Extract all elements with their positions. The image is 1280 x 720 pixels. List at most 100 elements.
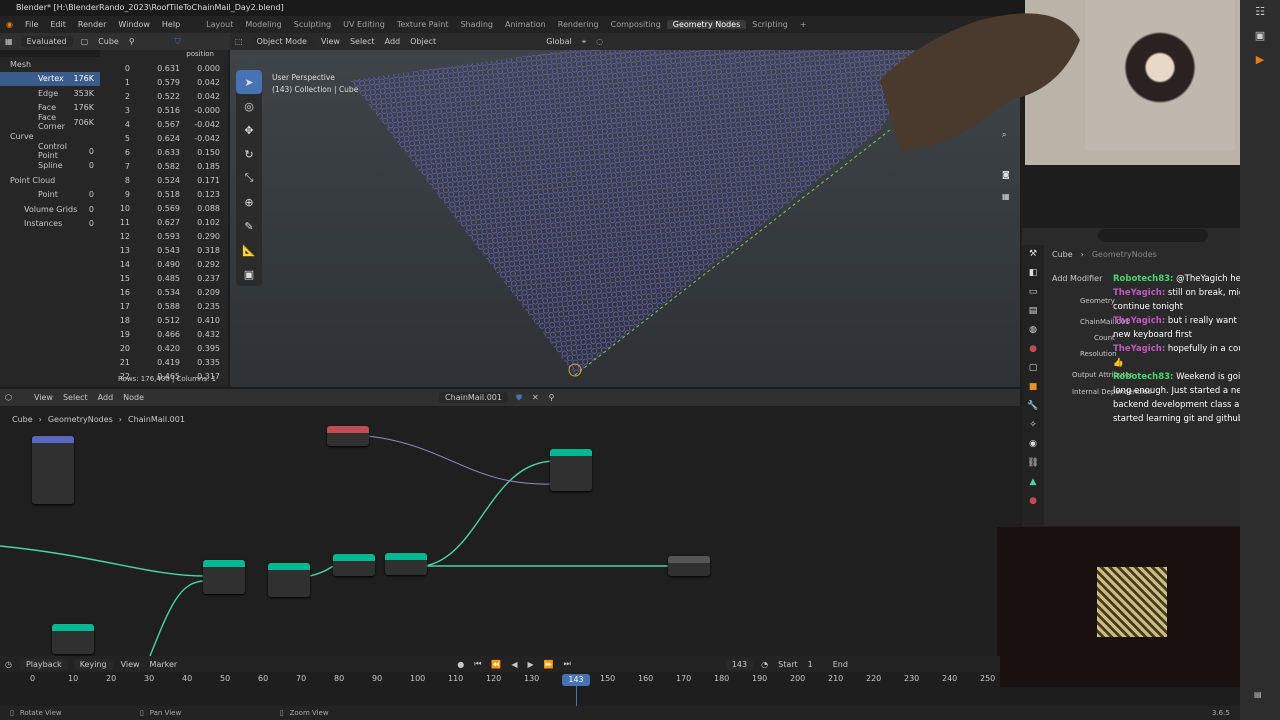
tree-item[interactable]: Vertex 176K bbox=[0, 71, 100, 86]
tree-item[interactable]: Point 0 bbox=[0, 188, 100, 203]
next-key-icon[interactable]: ⏩ bbox=[539, 660, 559, 669]
collection-tab-icon[interactable]: ▢ bbox=[1022, 359, 1044, 378]
prev-key-icon[interactable]: ⏪ bbox=[486, 660, 506, 669]
menu-add[interactable]: Add bbox=[380, 37, 406, 46]
add-workspace-button[interactable]: + bbox=[794, 20, 813, 29]
grid-view-icon[interactable]: ▦ bbox=[1002, 192, 1010, 201]
grid-menu-icon[interactable]: ☷ bbox=[1240, 0, 1280, 24]
keying-menu[interactable]: Keying bbox=[73, 658, 113, 670]
tree-item[interactable]: Spline 0 bbox=[0, 159, 100, 174]
spreadsheet-editor-icon[interactable]: ▦ bbox=[0, 37, 18, 46]
pin-icon[interactable]: ⚲ bbox=[544, 393, 560, 402]
tab-compositing[interactable]: Compositing bbox=[605, 20, 667, 29]
node-set-position[interactable] bbox=[550, 449, 592, 491]
chat-bubble-icon[interactable]: ▤ bbox=[1254, 690, 1262, 699]
tab-geometry-nodes[interactable]: Geometry Nodes bbox=[666, 20, 747, 29]
tree-item[interactable]: Control Point 0 bbox=[0, 142, 100, 160]
node-menu-add[interactable]: Add bbox=[93, 393, 119, 402]
proportional-icon[interactable]: ◌ bbox=[591, 37, 608, 46]
move-tool-icon[interactable]: ✥ bbox=[236, 118, 262, 142]
node-realize-instances[interactable] bbox=[385, 553, 427, 575]
node-menu-node[interactable]: Node bbox=[118, 393, 149, 402]
measure-tool-icon[interactable]: 📐 bbox=[236, 238, 262, 262]
stopwatch-icon[interactable]: ◔ bbox=[756, 660, 773, 669]
tab-rendering[interactable]: Rendering bbox=[552, 20, 605, 29]
tab-layout[interactable]: Layout bbox=[200, 20, 239, 29]
material-tab-icon[interactable]: ● bbox=[1022, 492, 1044, 511]
tab-scripting[interactable]: Scripting bbox=[746, 20, 794, 29]
jump-start-icon[interactable]: ⏮ bbox=[469, 659, 486, 669]
tab-modeling[interactable]: Modeling bbox=[239, 20, 287, 29]
jump-end-icon[interactable]: ⏭ bbox=[559, 659, 576, 669]
constraints-tab-icon[interactable]: ⛓ bbox=[1022, 454, 1044, 473]
playhead[interactable] bbox=[576, 686, 577, 706]
menu-window[interactable]: Window bbox=[112, 20, 156, 29]
media-icon[interactable]: ▶ bbox=[1240, 48, 1280, 72]
playback-menu[interactable]: Playback bbox=[19, 658, 68, 670]
output-tab-icon[interactable]: ▭ bbox=[1022, 283, 1044, 302]
filter-icon[interactable]: ⛉ bbox=[170, 37, 186, 47]
node-menu-view[interactable]: View bbox=[29, 393, 58, 402]
scale-tool-icon[interactable]: ⤡ bbox=[236, 166, 262, 190]
render-tab-icon[interactable]: ◧ bbox=[1022, 264, 1044, 283]
start-frame-field[interactable]: 1 bbox=[803, 660, 818, 669]
node-transform[interactable] bbox=[52, 624, 94, 654]
tab-sculpting[interactable]: Sculpting bbox=[288, 20, 337, 29]
view-layer-tab-icon[interactable]: ▤ bbox=[1022, 302, 1044, 321]
current-frame-indicator[interactable]: 143 bbox=[562, 674, 590, 686]
marker-menu[interactable]: Marker bbox=[145, 660, 183, 669]
tree-item[interactable]: Instances 0 bbox=[0, 217, 100, 232]
menu-edit[interactable]: Edit bbox=[44, 20, 72, 29]
tree-item[interactable]: Edge 353K bbox=[0, 86, 100, 101]
play-reverse-icon[interactable]: ◀ bbox=[506, 660, 522, 669]
fake-user-icon[interactable]: ⛊ bbox=[511, 393, 527, 403]
close-icon[interactable]: ✕ bbox=[527, 393, 544, 402]
orientation-dropdown[interactable]: Global bbox=[541, 37, 577, 46]
tree-item[interactable]: Mesh bbox=[0, 57, 100, 72]
particles-tab-icon[interactable]: ✧ bbox=[1022, 416, 1044, 435]
node-editor-icon[interactable]: ⬡ bbox=[0, 393, 17, 402]
annotate-tool-icon[interactable]: ✎ bbox=[236, 214, 262, 238]
cursor-tool-icon[interactable]: ◎ bbox=[236, 94, 262, 118]
timeline-view-menu[interactable]: View bbox=[116, 660, 145, 669]
menu-object[interactable]: Object bbox=[405, 37, 441, 46]
tree-item[interactable]: Volume Grids 0 bbox=[0, 202, 100, 217]
object-tab-icon[interactable]: ■ bbox=[1022, 378, 1044, 397]
snap-icon[interactable]: ⌖ bbox=[577, 37, 592, 47]
tab-shading[interactable]: Shading bbox=[454, 20, 499, 29]
node-menu-select[interactable]: Select bbox=[58, 393, 93, 402]
rotate-tool-icon[interactable]: ↻ bbox=[236, 142, 262, 166]
tab-animation[interactable]: Animation bbox=[499, 20, 552, 29]
evaluated-dropdown[interactable]: Evaluated bbox=[20, 36, 73, 47]
tab-texture-paint[interactable]: Texture Paint bbox=[391, 20, 455, 29]
camera-icon[interactable]: ◙ bbox=[1002, 170, 1010, 179]
object-mode-dropdown[interactable]: Object Mode bbox=[250, 36, 313, 47]
apps-icon[interactable]: ▣ bbox=[1240, 24, 1280, 48]
modifier-name-field[interactable]: Geometry bbox=[1080, 297, 1115, 305]
menu-view[interactable]: View bbox=[316, 37, 345, 46]
menu-render[interactable]: Render bbox=[72, 20, 112, 29]
pin-icon[interactable]: ⚲ bbox=[124, 37, 140, 46]
node-input[interactable] bbox=[327, 426, 369, 446]
node-join-geometry[interactable] bbox=[333, 554, 375, 576]
tree-item[interactable]: Point Cloud bbox=[0, 173, 100, 188]
data-tab-icon[interactable]: ▲ bbox=[1022, 473, 1044, 492]
tree-item[interactable]: Face Corner 706K bbox=[0, 113, 100, 131]
node-set-shade-smooth[interactable] bbox=[268, 563, 310, 597]
tool-tab-icon[interactable]: ⚒ bbox=[1022, 245, 1044, 264]
node-tree-selector[interactable]: ChainMail.001 bbox=[439, 392, 508, 403]
current-frame-field[interactable]: 143 bbox=[725, 658, 754, 670]
menu-file[interactable]: File bbox=[19, 20, 44, 29]
menu-help[interactable]: Help bbox=[156, 20, 186, 29]
add-modifier-button[interactable]: Add Modifier bbox=[1052, 274, 1102, 283]
menu-select[interactable]: Select bbox=[345, 37, 380, 46]
tab-uv-editing[interactable]: UV Editing bbox=[337, 20, 391, 29]
properties-search-input[interactable] bbox=[1098, 229, 1208, 242]
node-align-euler[interactable] bbox=[32, 436, 74, 504]
select-tool-icon[interactable]: ➤ bbox=[236, 70, 262, 94]
play-icon[interactable]: ▶ bbox=[523, 660, 539, 669]
scene-tab-icon[interactable]: ◍ bbox=[1022, 321, 1044, 340]
timeline-editor-icon[interactable]: ◷ bbox=[0, 660, 17, 669]
modifier-tab-icon[interactable]: 🔧 bbox=[1022, 397, 1044, 416]
view3d-editor-icon[interactable]: ⬚ bbox=[230, 37, 248, 46]
